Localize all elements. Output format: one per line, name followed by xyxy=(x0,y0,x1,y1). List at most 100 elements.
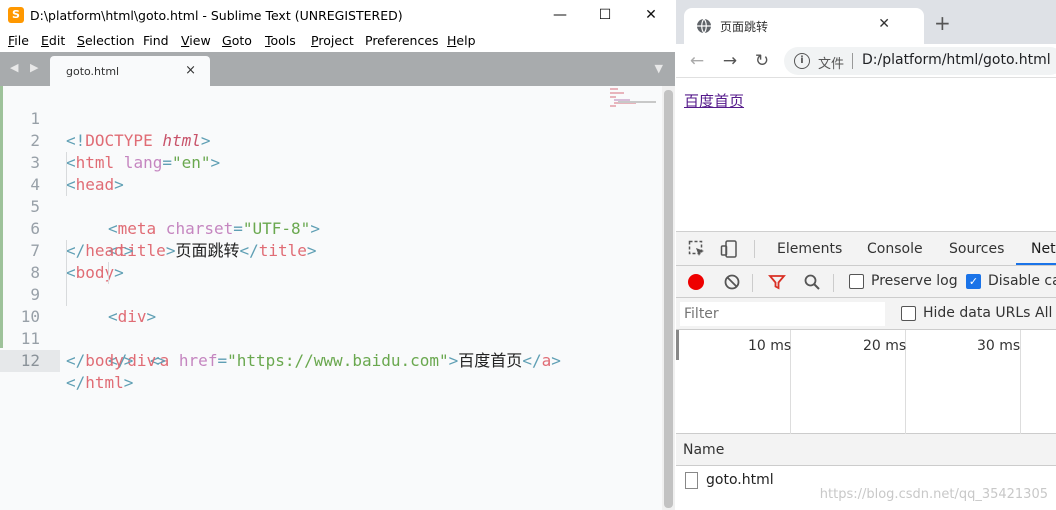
sublime-app-icon: S xyxy=(8,7,24,23)
page-viewport: 百度首页 xyxy=(676,79,1056,231)
address-url[interactable]: D:/platform/html/goto.html xyxy=(862,52,1051,68)
menu-find-label: Find xyxy=(143,33,169,48)
menu-project[interactable]: Project xyxy=(311,33,354,48)
reload-button[interactable]: ↻ xyxy=(751,50,773,72)
tab-network[interactable]: Netw xyxy=(1031,241,1056,257)
menu-tools[interactable]: Tools xyxy=(265,33,296,48)
indent-guide xyxy=(66,284,67,306)
tab-console[interactable]: Console xyxy=(867,241,923,257)
devtools-separator xyxy=(752,274,753,292)
inspect-element-icon[interactable] xyxy=(688,240,706,258)
filter-input[interactable] xyxy=(680,302,885,326)
tab-sources[interactable]: Sources xyxy=(949,241,1004,257)
code-line: 6 </head> xyxy=(0,196,662,260)
disable-cache-checkbox[interactable]: ✓ xyxy=(966,274,981,289)
sublime-title-bar: S D:\platform\html\goto.html - Sublime T… xyxy=(0,0,675,30)
search-icon[interactable] xyxy=(803,273,821,291)
filter-all-button[interactable]: All xyxy=(1035,305,1052,321)
menu-file[interactable]: File xyxy=(8,33,29,48)
code-line: 5 <title>页面跳转</title> xyxy=(0,174,662,260)
timeline-marker xyxy=(676,330,679,360)
timeline-tick-label: 30 ms xyxy=(977,338,1021,354)
menu-preferences[interactable]: Preferences xyxy=(365,33,439,48)
menu-selection[interactable]: Selection xyxy=(77,33,135,48)
code-line-content: </body> xyxy=(66,351,134,370)
code-line-content: </html> xyxy=(66,373,134,392)
menu-goto[interactable]: Goto xyxy=(222,33,252,48)
name-column-header[interactable]: Name xyxy=(683,442,724,458)
menu-bar: File Edit Selection Find View Goto Tools… xyxy=(0,30,675,52)
menu-goto-mnemonic: G xyxy=(222,33,232,48)
tab-dropdown-icon[interactable]: ▼ xyxy=(655,62,663,75)
devtools-separator xyxy=(833,274,834,292)
chrome-window: 页面跳转 ✕ + ← → ↻ i 文件 D:/platform/html/got… xyxy=(676,0,1056,510)
code-editor[interactable]: 1 <!DOCTYPE html> 2 <html lang="en"> 3 <… xyxy=(0,86,675,510)
devtools-tab-bar: Elements Console Sources Netw xyxy=(676,232,1056,266)
sublime-window: S D:\platform\html\goto.html - Sublime T… xyxy=(0,0,675,510)
globe-icon xyxy=(697,18,711,34)
tab-close-icon[interactable]: ✕ xyxy=(878,16,890,32)
record-button[interactable] xyxy=(688,274,704,290)
menu-find[interactable]: Find xyxy=(143,33,169,48)
menu-view-label: iew xyxy=(189,33,211,48)
info-icon[interactable]: i xyxy=(794,53,810,69)
baidu-link[interactable]: 百度首页 xyxy=(684,90,744,111)
network-timeline[interactable]: 10 ms 20 ms 30 ms xyxy=(676,330,1056,434)
editor-scrollbar[interactable] xyxy=(662,86,675,510)
maximize-button[interactable]: ☐ xyxy=(582,3,628,27)
back-button[interactable]: ← xyxy=(686,50,708,72)
devtools-panel: Elements Console Sources Netw Preserve l… xyxy=(676,231,1056,510)
menu-file-label: ile xyxy=(14,33,29,48)
indent-guide xyxy=(108,262,109,284)
hide-data-urls-label: Hide data URLs xyxy=(923,305,1031,321)
menu-selection-mnemonic: S xyxy=(77,33,85,48)
browser-tab[interactable]: 页面跳转 ✕ xyxy=(684,8,924,44)
code-line: 1 <!DOCTYPE html> xyxy=(0,86,662,150)
menu-edit-mnemonic: E xyxy=(41,33,49,48)
menu-edit-label: dit xyxy=(48,33,66,48)
network-toolbar: Preserve log ✓ Disable ca xyxy=(676,266,1056,298)
code-line: 11 </body> xyxy=(0,306,662,370)
minimize-button[interactable]: — xyxy=(537,3,583,27)
indent-guide xyxy=(66,262,67,284)
minimap[interactable] xyxy=(610,86,658,116)
menu-view[interactable]: View xyxy=(181,33,211,48)
tab-elements[interactable]: Elements xyxy=(777,241,842,257)
clear-icon[interactable] xyxy=(723,273,741,291)
watermark: https://blog.csdn.net/qq_35421305 xyxy=(819,487,1048,502)
close-button[interactable]: ✕ xyxy=(628,3,674,27)
code-line: 8 <div> xyxy=(0,240,662,326)
new-tab-button[interactable]: + xyxy=(934,13,951,33)
editor-tab-goto-html[interactable]: goto.html × xyxy=(50,56,210,86)
indent-guide xyxy=(66,240,67,262)
indent-guide xyxy=(66,174,67,196)
devtools-separator xyxy=(754,240,755,258)
line-number: 12 xyxy=(0,350,60,372)
timeline-tick-label: 10 ms xyxy=(748,338,792,354)
menu-help-mnemonic: H xyxy=(447,33,457,48)
menu-project-label: roject xyxy=(318,33,354,48)
tab-close-icon[interactable]: × xyxy=(185,63,196,78)
menu-edit[interactable]: Edit xyxy=(41,33,65,48)
address-separator xyxy=(852,53,853,69)
address-bar[interactable]: i 文件 D:/platform/html/goto.html xyxy=(784,47,1056,75)
requests-table-header[interactable]: Name xyxy=(676,434,1056,466)
menu-help[interactable]: Help xyxy=(447,33,476,48)
device-toolbar-icon[interactable] xyxy=(720,240,738,258)
scrollbar-thumb[interactable] xyxy=(664,90,673,508)
browser-toolbar: ← → ↻ i 文件 D:/platform/html/goto.html xyxy=(676,44,1056,78)
tab-nav-arrows[interactable]: ◀ ▶ xyxy=(10,61,42,74)
filter-icon[interactable] xyxy=(768,273,786,291)
editor-tab-bar: ◀ ▶ goto.html × ▼ xyxy=(0,52,675,86)
hide-data-urls-checkbox[interactable] xyxy=(901,306,916,321)
code-line: 9 <a href="https://www.baidu.com">百度首页</… xyxy=(0,262,662,370)
menu-selection-label: election xyxy=(84,33,135,48)
indent-guide xyxy=(66,152,67,174)
code-line-content: <a href="https://www.baidu.com">百度首页</a> xyxy=(150,351,561,370)
document-icon xyxy=(685,472,698,489)
forward-button[interactable]: → xyxy=(719,50,741,72)
timeline-tick-label: 20 ms xyxy=(863,338,907,354)
preserve-log-checkbox[interactable] xyxy=(849,274,864,289)
filter-bar: Hide data URLs All xyxy=(676,298,1056,330)
code-line: 10 </div> xyxy=(0,284,662,370)
